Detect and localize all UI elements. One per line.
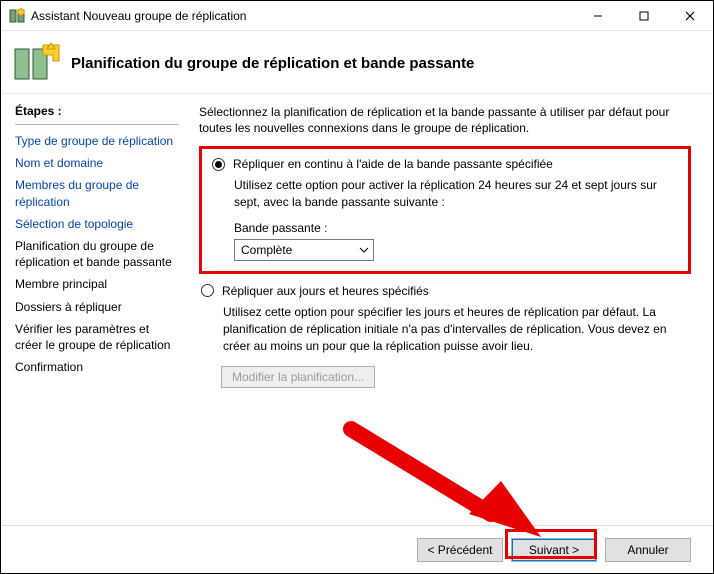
sidebar-item-topology[interactable]: Sélection de topologie xyxy=(15,216,179,232)
chevron-down-icon xyxy=(359,245,369,255)
option-scheduled-row: Répliquer aux jours et heures spécifiés xyxy=(201,284,691,298)
wizard-body: Étapes : Type de groupe de réplication N… xyxy=(1,94,713,525)
maximize-button[interactable] xyxy=(621,1,667,30)
cancel-button[interactable]: Annuler xyxy=(605,538,691,562)
intro-text: Sélectionnez la planification de réplica… xyxy=(199,104,691,136)
option-continuous-row: Répliquer en continu à l'aide de la band… xyxy=(212,157,678,171)
page-title: Planification du groupe de réplication e… xyxy=(71,55,474,72)
option-continuous-desc: Utilisez cette option pour activer la ré… xyxy=(234,177,678,211)
radio-continuous[interactable] xyxy=(212,158,225,171)
steps-sidebar: Étapes : Type de groupe de réplication N… xyxy=(1,94,191,525)
sidebar-item-group-type[interactable]: Type de groupe de réplication xyxy=(15,133,179,149)
steps-divider xyxy=(15,124,179,125)
window-title: Assistant Nouveau groupe de réplication xyxy=(31,9,575,23)
bandwidth-select-value: Complète xyxy=(241,243,292,257)
app-icon xyxy=(9,8,25,24)
bandwidth-label: Bande passante : xyxy=(234,221,678,235)
wizard-header: Planification du groupe de réplication e… xyxy=(1,31,713,94)
sidebar-item-folders: Dossiers à répliquer xyxy=(15,299,179,315)
wizard-footer: < Précédent Suivant > Annuler xyxy=(1,525,713,573)
option-continuous-label: Répliquer en continu à l'aide de la band… xyxy=(233,157,553,171)
titlebar: Assistant Nouveau groupe de réplication xyxy=(1,1,713,31)
option-continuous-highlight: Répliquer en continu à l'aide de la band… xyxy=(199,146,691,274)
steps-heading: Étapes : xyxy=(15,104,179,118)
sidebar-item-members[interactable]: Membres du groupe de réplication xyxy=(15,177,179,209)
sidebar-item-primary: Membre principal xyxy=(15,276,179,292)
sidebar-item-review: Vérifier les paramètres et créer le grou… xyxy=(15,321,179,353)
edit-schedule-button: Modifier la planification... xyxy=(221,366,375,388)
minimize-button[interactable] xyxy=(575,1,621,30)
wizard-window: Assistant Nouveau groupe de réplication … xyxy=(0,0,714,574)
radio-scheduled[interactable] xyxy=(201,284,214,297)
wizard-content: Sélectionnez la planification de réplica… xyxy=(191,94,713,525)
next-button[interactable]: Suivant > xyxy=(511,538,597,562)
wizard-icon xyxy=(13,41,61,85)
option-scheduled-label: Répliquer aux jours et heures spécifiés xyxy=(222,284,429,298)
sidebar-item-schedule: Planification du groupe de réplication e… xyxy=(15,238,179,270)
window-buttons xyxy=(575,1,713,30)
option-scheduled-desc: Utilisez cette option pour spécifier les… xyxy=(223,304,691,354)
close-button[interactable] xyxy=(667,1,713,30)
previous-button[interactable]: < Précédent xyxy=(417,538,503,562)
sidebar-item-name-domain[interactable]: Nom et domaine xyxy=(15,155,179,171)
bandwidth-select[interactable]: Complète xyxy=(234,239,374,261)
sidebar-item-confirmation: Confirmation xyxy=(15,359,179,375)
